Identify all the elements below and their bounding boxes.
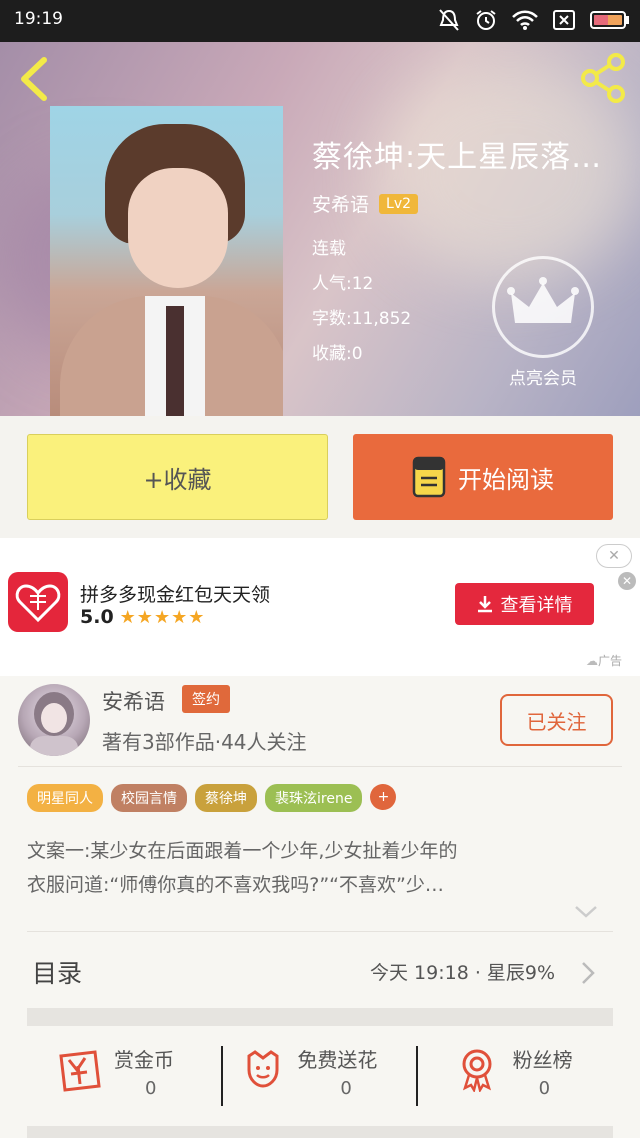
toc-open-button[interactable] [580,960,596,990]
ad-dismiss-icon[interactable]: ✕ [618,572,636,590]
vip-label: 点亮会员 [509,369,577,389]
serial-status: 连载 [312,239,346,259]
book-title: 蔡徐坤:天上星辰落凡… [312,140,632,175]
share-button[interactable] [578,52,630,104]
tag-list: 明星同人 校园言情 蔡徐坤 裴珠泫irene + [27,784,397,812]
tag-item[interactable]: 蔡徐坤 [195,784,257,812]
section-separator [27,1126,613,1138]
collect-label: +收藏 [143,465,212,494]
panel-author-name[interactable]: 安希语 [102,686,165,716]
toc-latest-update[interactable]: 今天 19:18 · 星辰9% [370,958,555,985]
author-row[interactable]: 安希语 Lv2 [312,190,419,217]
level-badge: Lv2 [379,193,419,214]
synopsis-line: 文案一:某少女在后面跟着一个少年,少女扯着少年的 [27,840,458,862]
share-icon [581,53,625,103]
book-icon [412,456,446,498]
crown-icon [507,277,579,323]
status-time: 19:19 [14,9,63,29]
book-details-panel: 安希语 签约 著有3部作品·44人关注 已关注 明星同人 校园言情 蔡徐坤 裴珠… [0,676,640,1138]
fan-ranking-label: 粉丝榜 [512,1048,573,1072]
reward-divider [221,1046,223,1106]
wifi-icon [512,10,538,30]
reward-bar: 赏金币 0 免费送花 0 粉丝榜 0 [0,1026,640,1126]
follow-button[interactable]: 已关注 [500,694,613,746]
popularity: 人气:12 [312,274,374,294]
synopsis[interactable]: 文案一:某少女在后面跟着一个少年,少女扯着少年的 衣服问道:“师傅你真的不喜欢我… [27,834,597,902]
download-icon [477,596,492,613]
author-name[interactable]: 安希语 [312,190,369,217]
chevron-down-icon [575,906,597,918]
synopsis-line: 衣服问道:“师傅你真的不喜欢我吗?”“不喜欢”少… [27,874,444,896]
ad-view-details-button[interactable]: 查看详情 [455,583,594,625]
author-avatar[interactable] [18,684,90,756]
ad-label: ☁广告 [586,652,622,669]
tag-item[interactable]: 校园言情 [111,784,187,812]
ad-banner[interactable]: ✕ 拼多多现金红包天天领 5.0 ★★★★★ 查看详情 ✕ ☁广告 [0,538,640,676]
medal-icon [462,1049,492,1092]
divider [27,931,613,932]
reward-coin-label: 赏金币 [114,1048,174,1072]
tag-item[interactable]: 裴珠泫irene [265,784,363,812]
mute-bell-icon [439,9,459,31]
vip-button[interactable] [492,256,594,358]
fan-ranking-count: 0 [538,1078,551,1099]
reward-divider [416,1046,418,1106]
start-reading-label: 开始阅读 [458,465,554,494]
ad-tag-text: 广告 [598,654,623,668]
back-button[interactable] [14,56,54,102]
pinduoduo-logo [8,572,68,632]
alarm-clock-icon [476,10,496,30]
ad-rating: 5.0 ★★★★★ [80,606,205,628]
red-envelope-icon [59,1050,101,1092]
chevron-right-icon [582,962,595,984]
star-rating-icon: ★★★★★ [119,606,206,628]
start-reading-button[interactable]: 开始阅读 [353,434,613,520]
ad-title: 拼多多现金红包天天领 [80,584,271,606]
expand-synopsis-button[interactable] [574,904,598,923]
author-stats: 著有3部作品·44人关注 [102,730,307,754]
favorites-count: 收藏:0 [312,344,363,364]
tag-item[interactable]: 明星同人 [27,784,103,812]
ad-rating-value: 5.0 [80,606,114,628]
word-count: 字数:11,852 [312,309,412,329]
status-bar: 19:19 [0,0,640,42]
back-arrow-icon [21,57,47,101]
divider [18,766,622,767]
add-tag-button[interactable]: + [370,784,397,810]
battery-icon [590,11,629,29]
flower-icon [247,1050,279,1088]
avatar-portrait [30,692,78,756]
status-icons [438,8,630,32]
no-sim-icon [553,10,575,30]
ad-close-button[interactable]: ✕ [596,544,632,568]
fan-ranking-button[interactable]: 粉丝榜 0 [427,1026,640,1126]
cloud-icon: ☁ [586,654,598,668]
reward-coin-button[interactable]: 赏金币 0 [0,1026,213,1126]
book-cover[interactable] [50,106,283,416]
toc-title[interactable]: 目录 [32,954,82,990]
reward-flower-button[interactable]: 免费送花 0 [213,1026,426,1126]
reward-flower-count: 0 [340,1078,352,1099]
reward-flower-label: 免费送花 [297,1048,378,1072]
heart-logo-icon [15,584,61,623]
signed-badge: 签约 [182,685,230,713]
book-header: 蔡徐坤:天上星辰落凡… 安希语 Lv2 连载 人气:12 字数:11,852 收… [0,42,640,416]
ad-cta-label: 查看详情 [500,595,573,616]
follow-label: 已关注 [526,709,587,734]
section-separator [27,1008,613,1026]
reward-coin-count: 0 [145,1078,157,1099]
collect-button[interactable]: +收藏 [27,434,328,520]
action-bar: +收藏 开始阅读 [0,416,640,538]
